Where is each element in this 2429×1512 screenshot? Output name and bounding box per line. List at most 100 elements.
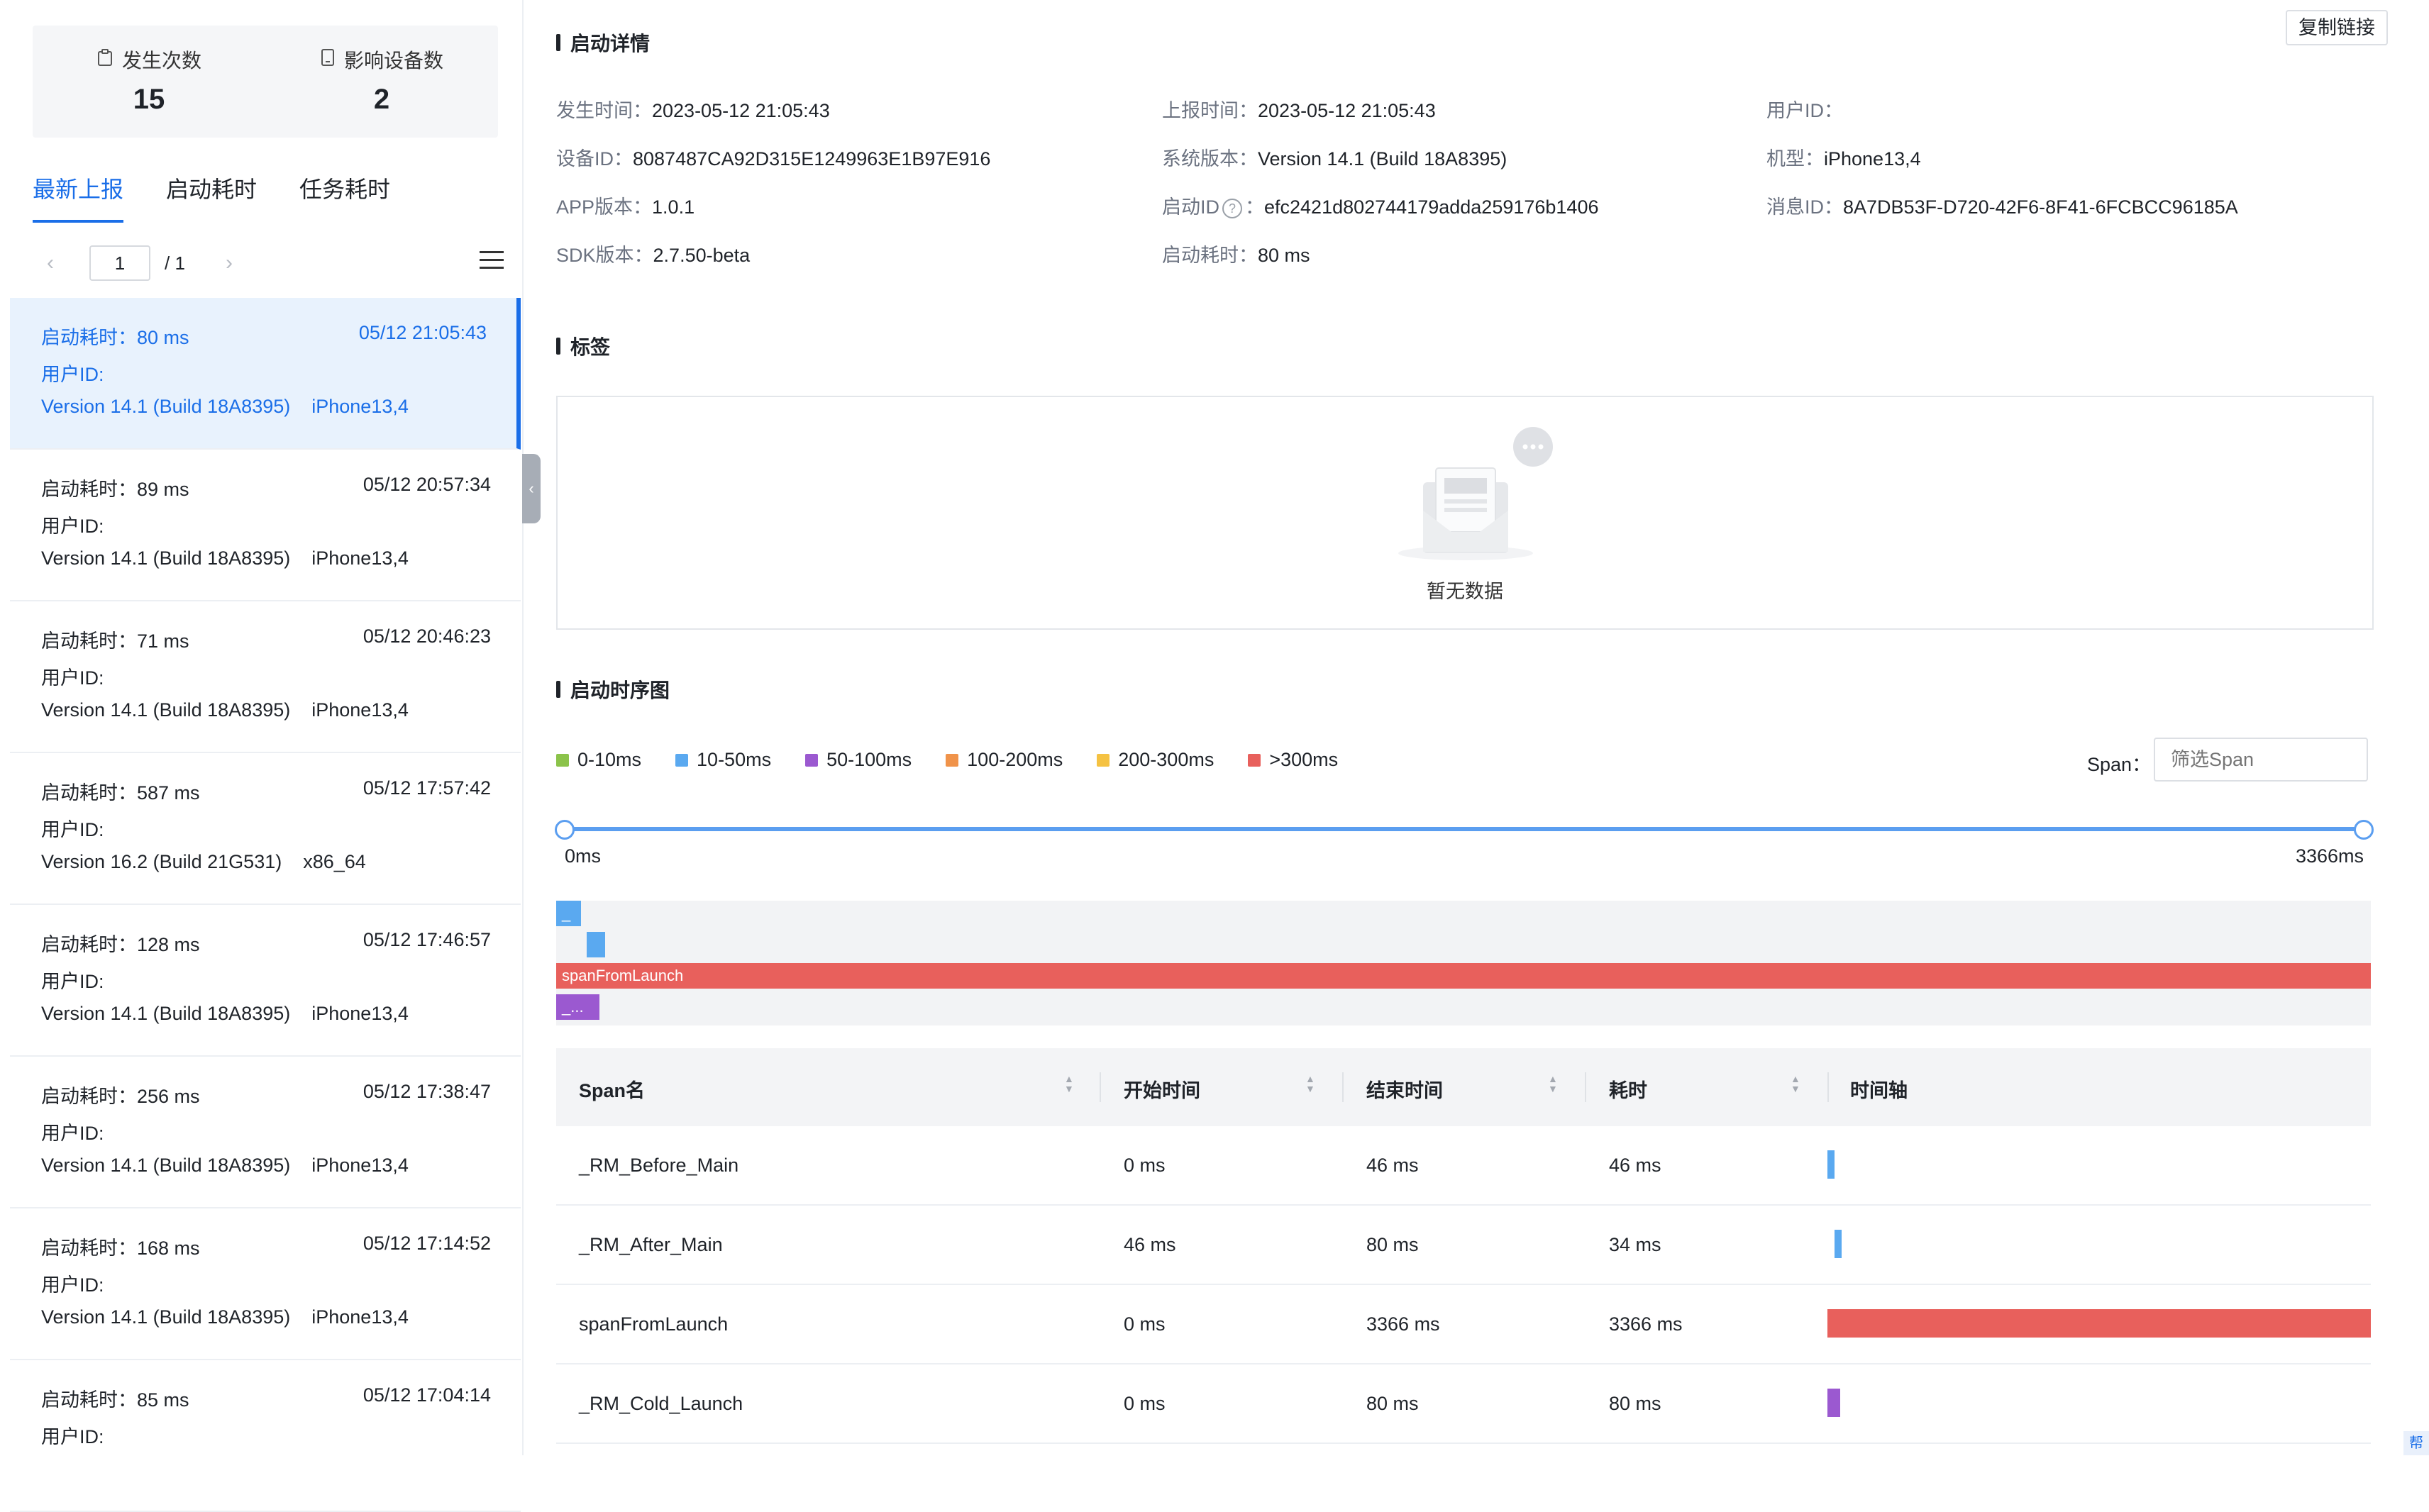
span-name: _RM_Before_Main [579,1155,739,1176]
range-slider-track[interactable] [565,827,2364,831]
user-id-label: 用户ID: [41,1123,104,1144]
report-time: 05/12 17:04:14 [363,1384,491,1406]
field-value: 2023-05-12 21:05:43 [652,100,830,121]
field-value: 8A7DB53F-D720-42F6-8F41-6FCBCC96185A [1843,196,2238,218]
table-row[interactable]: _RM_Cold_Launch 0 ms 80 ms 80 ms [556,1364,2371,1444]
field-key: 机型： [1766,148,1824,169]
chevron-left-icon[interactable]: ‹ [47,251,54,275]
menu-icon[interactable] [480,251,504,274]
legend-label: 100-200ms [967,749,1063,770]
field-key: 上报时间： [1162,100,1258,121]
tab-launch-cost[interactable]: 启动耗时 [166,172,257,223]
field-app-version: APP版本：1.0.1 [556,191,695,219]
range-slider-start-handle[interactable] [555,820,575,840]
span-name: _RM_After_Main [579,1234,723,1255]
collapse-panel-handle[interactable]: ‹ [522,454,541,523]
range-end-label: 3366ms [2295,845,2364,867]
device-model: iPhone13,4 [311,699,409,721]
launch-cost: 启动耗时：168 ms [41,1238,200,1259]
device-icon [320,48,336,72]
legend-label: >300ms [1269,749,1339,770]
report-time: 05/12 17:14:52 [363,1233,491,1254]
legend-item[interactable]: 50-100ms [805,749,912,771]
span-cost: 46 ms [1609,1155,1661,1176]
span-end: 80 ms [1366,1393,1419,1414]
device-model: iPhone13,4 [311,1155,409,1176]
device-model: iPhone13,4 [311,1306,409,1328]
range-start-label: 0ms [565,845,602,867]
field-value: 1.0.1 [652,196,695,218]
field-key: 系统版本： [1162,148,1258,169]
field-value: efc2421d802744179adda259176b1406 [1264,196,1599,218]
field-key: 设备ID： [556,148,633,169]
timeline-bar[interactable]: spanFromLaunch [556,963,2371,989]
legend-item[interactable]: 10-50ms [675,749,771,771]
column-header-span-name[interactable]: Span名 [579,1075,645,1103]
os-version: Version 14.1 (Build 18A8395) [41,1003,291,1024]
sort-icon[interactable]: ▲ ▼ [1548,1074,1558,1094]
tab-task-cost[interactable]: 任务耗时 [299,172,390,223]
field-key: SDK版本： [556,245,653,266]
copy-link-button[interactable]: 复制链接 [2286,10,2388,45]
device-model: iPhone13,4 [311,547,409,569]
legend-swatch [556,753,569,767]
sort-icon[interactable]: ▲ ▼ [1791,1074,1800,1094]
legend-swatch [675,753,689,767]
section-title-text: 标签 [570,336,611,358]
os-version: Version 16.2 (Build 21G531) [41,851,282,872]
legend-item[interactable]: 100-200ms [946,749,1063,771]
field-value: 2023-05-12 21:05:43 [1258,100,1436,121]
os-version: Version 14.1 (Build 18A8395) [41,699,291,721]
device-info: Version 16.2 (Build 21G531) x86_64 [41,851,366,873]
column-header-start[interactable]: 开始时间 [1124,1075,1200,1103]
table-row[interactable]: _RM_After_Main 46 ms 80 ms 34 ms [556,1206,2371,1285]
range-slider-end-handle[interactable] [2354,820,2374,840]
launch-cost: 启动耗时：80 ms [41,327,189,348]
sort-icon[interactable]: ▲ ▼ [1305,1074,1315,1094]
legend-item[interactable]: 0-10ms [556,749,641,771]
table-row[interactable]: _RM_Before_Main 0 ms 46 ms 46 ms [556,1126,2371,1206]
legend-item[interactable]: >300ms [1248,749,1338,771]
tab-latest-report[interactable]: 最新上报 [33,172,124,223]
field-message-id: 消息ID：8A7DB53F-D720-42F6-8F41-6FCBCC96185… [1766,191,2238,219]
list-item[interactable]: 启动耗时：128 ms 05/12 17:46:57 用户ID: Version 14… [10,905,521,1057]
legend-swatch [1097,753,1110,767]
list-item[interactable]: 启动耗时：85 ms 05/12 17:04:14 用户ID: [10,1360,521,1512]
legend-item[interactable]: 200-300ms [1097,749,1214,771]
report-time: 05/12 20:57:34 [363,474,491,495]
span-timeline-bar [1827,1150,1835,1179]
timeline-bar[interactable]: _ [556,901,581,926]
user-id-label: 用户ID: [41,1426,104,1447]
sort-icon[interactable]: ▲ ▼ [1064,1074,1074,1094]
pagination: ‹ 1 / 1 › [33,245,508,282]
list-item[interactable]: 启动耗时：80 ms 05/12 21:05:43 用户ID: Version 14.… [10,298,521,450]
user-id-label: 用户ID: [41,667,104,689]
user-id-label: 用户ID: [41,971,104,992]
launch-cost: 启动耗时：256 ms [41,1086,200,1107]
span-timeline-bar [1835,1230,1842,1258]
list-item[interactable]: 启动耗时：256 ms 05/12 17:38:47 用户ID: Version 14… [10,1057,521,1208]
report-time: 05/12 20:46:23 [363,626,491,647]
list-item[interactable]: 启动耗时：587 ms 05/12 17:57:42 用户ID: Version 16… [10,753,521,905]
question-icon[interactable]: ? [1222,198,1242,218]
page-input[interactable]: 1 [89,245,150,281]
column-header-cost[interactable]: 耗时 [1609,1075,1647,1103]
table-row[interactable]: spanFromLaunch 0 ms 3366 ms 3366 ms [556,1285,2371,1364]
list-item[interactable]: 启动耗时：89 ms 05/12 20:57:34 用户ID: Version 14.… [10,450,521,601]
stat-value: 2 [373,84,390,115]
span-label-text: Span [2087,754,2132,775]
timeline-bar[interactable]: _... [556,994,599,1020]
section-title-timeline: 启动时序图 [556,675,670,704]
help-button[interactable]: 帮 [2403,1431,2429,1455]
legend-label: 0-10ms [577,749,642,770]
column-header-end[interactable]: 结束时间 [1366,1075,1443,1103]
field-model: 机型：iPhone13,4 [1766,143,1921,171]
user-id-label: 用户ID: [41,516,104,537]
timeline-bar[interactable] [586,932,605,957]
span-filter-input[interactable] [2154,738,2368,782]
field-device-id: 设备ID：8087487CA92D315E1249963E1B97E916 [556,143,990,171]
chevron-right-icon[interactable]: › [226,251,233,275]
device-model: iPhone13,4 [311,396,409,417]
list-item[interactable]: 启动耗时：168 ms 05/12 17:14:52 用户ID: Version 14… [10,1208,521,1360]
list-item[interactable]: 启动耗时：71 ms 05/12 20:46:23 用户ID: Version 14.… [10,601,521,753]
